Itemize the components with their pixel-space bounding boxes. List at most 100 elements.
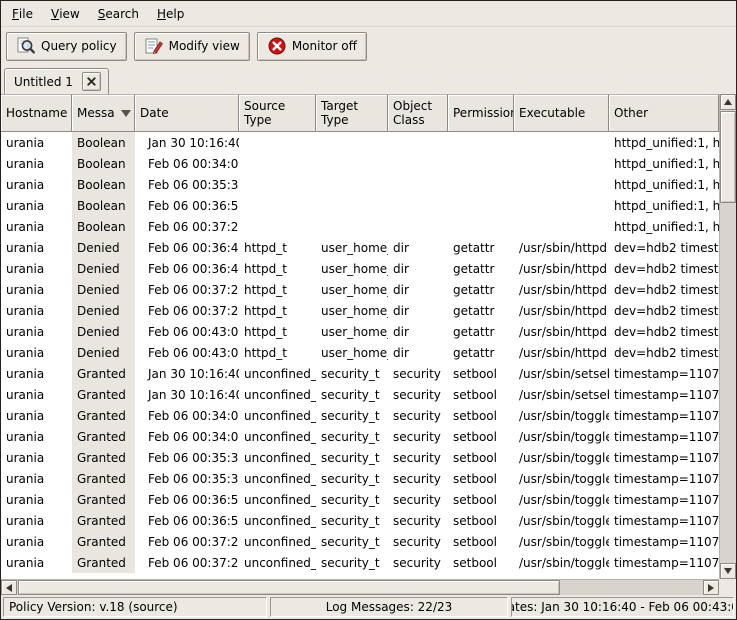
- tab-untitled-1[interactable]: Untitled 1: [4, 68, 109, 94]
- table-cell: /usr/sbin/httpd: [514, 279, 609, 300]
- column-header-permission[interactable]: Permission: [448, 94, 514, 132]
- vertical-scrollbar-trough[interactable]: [720, 110, 736, 563]
- log-table-area: HostnameMessaDateSource TypeTarget TypeO…: [1, 94, 736, 579]
- table-cell: urania: [1, 153, 72, 174]
- table-cell: dir: [388, 321, 448, 342]
- column-header-label: Messa: [77, 106, 115, 120]
- dates-text: Dates: Jan 30 10:16:40 - Feb 06 00:43:01: [511, 600, 734, 614]
- table-row[interactable]: uraniaBooleanFeb 06 00:36:56httpd_unifie…: [1, 195, 719, 216]
- table-cell: Feb 06 00:36:44: [135, 258, 239, 279]
- column-header-object-class[interactable]: Object Class: [388, 94, 448, 132]
- column-header-date[interactable]: Date: [135, 94, 239, 132]
- table-row[interactable]: uraniaGrantedJan 30 10:16:40unconfined_s…: [1, 363, 719, 384]
- table-cell: Feb 06 00:43:01: [135, 321, 239, 342]
- table-cell: Denied: [72, 321, 135, 342]
- table-row[interactable]: uraniaGrantedFeb 06 00:34:01unconfined_s…: [1, 426, 719, 447]
- table-row[interactable]: uraniaBooleanJan 30 10:16:40httpd_unifie…: [1, 132, 719, 153]
- table-cell: urania: [1, 531, 72, 552]
- table-cell: httpd_unified:1, h: [609, 132, 719, 153]
- scroll-down-button[interactable]: [720, 563, 736, 579]
- table-cell: Jan 30 10:16:40: [135, 363, 239, 384]
- table-cell: [388, 174, 448, 195]
- tab-close-button[interactable]: [82, 72, 101, 91]
- column-header-label: Other: [614, 106, 648, 120]
- table-cell: unconfined_: [239, 489, 316, 510]
- monitor-off-button[interactable]: Monitor off: [257, 32, 367, 61]
- table-cell: urania: [1, 195, 72, 216]
- table-cell: /usr/sbin/httpd: [514, 300, 609, 321]
- table-row[interactable]: uraniaGrantedJan 30 10:16:40unconfined_s…: [1, 384, 719, 405]
- table-cell: timestamp=11076: [609, 447, 719, 468]
- table-cell: Feb 06 00:37:25: [135, 531, 239, 552]
- table-cell: getattr: [448, 258, 514, 279]
- table-row[interactable]: uraniaGrantedFeb 06 00:37:25unconfined_s…: [1, 531, 719, 552]
- monitor-off-icon: [267, 36, 287, 56]
- menu-help[interactable]: Help: [148, 1, 193, 26]
- modify-view-label: Modify view: [169, 39, 240, 53]
- table-cell: setbool: [448, 384, 514, 405]
- table-row[interactable]: uraniaDeniedFeb 06 00:43:01httpd_tuser_h…: [1, 321, 719, 342]
- horizontal-scrollbar[interactable]: [1, 579, 719, 595]
- menu-view[interactable]: View: [42, 1, 89, 26]
- menu-file[interactable]: File: [3, 1, 42, 26]
- scroll-left-button[interactable]: [1, 580, 17, 595]
- table-cell: unconfined_: [239, 405, 316, 426]
- table-cell: security: [388, 468, 448, 489]
- table-row[interactable]: uraniaGrantedFeb 06 00:36:56unconfined_s…: [1, 489, 719, 510]
- table-cell: [388, 195, 448, 216]
- scroll-up-button[interactable]: [720, 94, 736, 110]
- vertical-scrollbar[interactable]: [719, 94, 736, 579]
- table-cell: setbool: [448, 552, 514, 573]
- column-header-source-type[interactable]: Source Type: [239, 94, 316, 132]
- column-header-messa[interactable]: Messa: [72, 94, 135, 132]
- modify-view-button[interactable]: Modify view: [134, 32, 250, 61]
- table-row[interactable]: uraniaBooleanFeb 06 00:35:35httpd_unifie…: [1, 174, 719, 195]
- column-header-target-type[interactable]: Target Type: [316, 94, 388, 132]
- table-cell: httpd_t: [239, 321, 316, 342]
- table-row[interactable]: uraniaDeniedFeb 06 00:37:27httpd_tuser_h…: [1, 300, 719, 321]
- table-cell: timestamp=11071: [609, 384, 719, 405]
- table-cell: getattr: [448, 279, 514, 300]
- table-cell: Granted: [72, 405, 135, 426]
- table-cell: /usr/sbin/toggle: [514, 489, 609, 510]
- horizontal-scrollbar-thumb[interactable]: [18, 580, 560, 595]
- table-cell: [514, 195, 609, 216]
- table-cell: /usr/sbin/toggle: [514, 405, 609, 426]
- column-header-other[interactable]: Other: [609, 94, 719, 132]
- table-row[interactable]: uraniaDeniedFeb 06 00:43:01httpd_tuser_h…: [1, 342, 719, 363]
- column-header-label: Hostname: [6, 106, 67, 120]
- horizontal-scrollbar-row: [1, 579, 736, 595]
- scroll-right-button[interactable]: [703, 580, 719, 595]
- table-cell: Granted: [72, 447, 135, 468]
- toolbar: Query policy Modify view: [1, 27, 736, 65]
- table-row[interactable]: uraniaBooleanFeb 06 00:37:25httpd_unifie…: [1, 216, 719, 237]
- table-cell: unconfined_: [239, 468, 316, 489]
- table-cell: /usr/sbin/toggle: [514, 510, 609, 531]
- table-cell: /usr/sbin/httpd: [514, 237, 609, 258]
- table-cell: [316, 216, 388, 237]
- table-cell: user_home_: [316, 237, 388, 258]
- table-row[interactable]: uraniaGrantedFeb 06 00:35:35unconfined_s…: [1, 447, 719, 468]
- table-row[interactable]: uraniaDeniedFeb 06 00:36:44httpd_tuser_h…: [1, 258, 719, 279]
- column-header-executable[interactable]: Executable: [514, 94, 609, 132]
- table-row[interactable]: uraniaGrantedFeb 06 00:34:01unconfined_s…: [1, 405, 719, 426]
- table-row[interactable]: uraniaGrantedFeb 06 00:35:35unconfined_s…: [1, 468, 719, 489]
- horizontal-scrollbar-trough[interactable]: [17, 580, 703, 595]
- table-cell: [239, 216, 316, 237]
- column-header-hostname[interactable]: Hostname: [1, 94, 72, 132]
- table-cell: security: [388, 531, 448, 552]
- table-row[interactable]: uraniaBooleanFeb 06 00:34:01httpd_unifie…: [1, 153, 719, 174]
- table-row[interactable]: uraniaGrantedFeb 06 00:36:56unconfined_s…: [1, 510, 719, 531]
- table-row[interactable]: uraniaDeniedFeb 06 00:36:44httpd_tuser_h…: [1, 237, 719, 258]
- scrollbar-corner: [719, 579, 736, 595]
- vertical-scrollbar-thumb[interactable]: [720, 111, 736, 203]
- menu-search[interactable]: Search: [89, 1, 148, 26]
- table-row[interactable]: uraniaGrantedFeb 06 00:37:25unconfined_s…: [1, 552, 719, 573]
- table-cell: [239, 132, 316, 153]
- table-cell: unconfined_: [239, 531, 316, 552]
- table-cell: unconfined_: [239, 426, 316, 447]
- table-row[interactable]: uraniaDeniedFeb 06 00:37:27httpd_tuser_h…: [1, 279, 719, 300]
- table-cell: unconfined_: [239, 510, 316, 531]
- query-policy-button[interactable]: Query policy: [6, 32, 127, 61]
- log-messages-status: Log Messages: 22/23: [270, 597, 508, 617]
